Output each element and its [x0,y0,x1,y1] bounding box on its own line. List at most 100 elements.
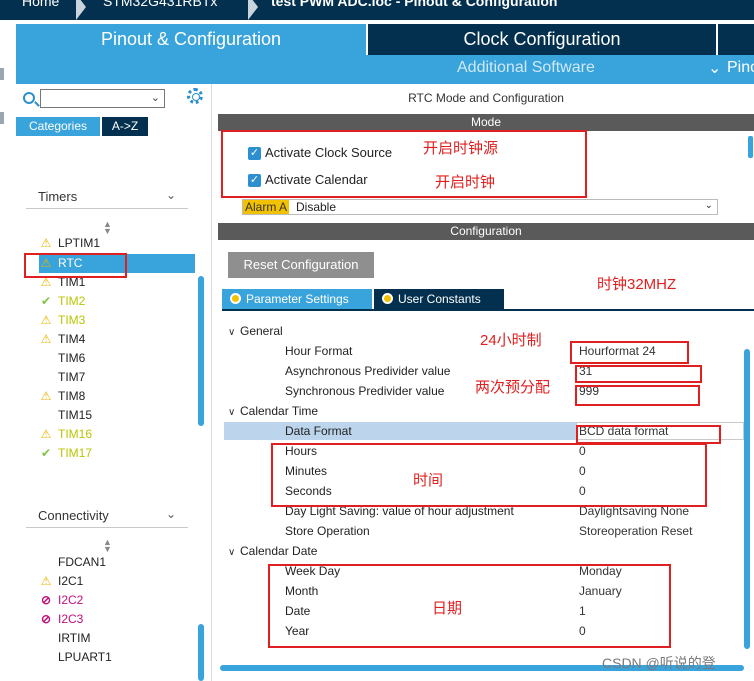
tree-item-rtc[interactable]: ⚠ RTC [39,254,195,273]
tree-item-label: TIM17 [58,446,93,460]
breadcrumb-separator-icon [76,0,86,20]
activate-clock-source-checkbox[interactable]: ✓ [248,147,261,160]
tree-item-label: TIM16 [58,427,93,441]
param-value-minutes[interactable]: 0 [579,464,586,478]
search-icon[interactable] [23,92,35,104]
param-name: Week Day [285,564,341,578]
tab-pinout-configuration[interactable]: Pinout & Configuration [16,24,366,55]
chevron-down-icon[interactable]: ⌄ [708,58,721,78]
secondary-tab-bar: Additional Software ⌄ Pino [16,55,754,84]
panel-title: RTC Mode and Configuration [408,91,564,105]
pinout-view-button[interactable]: Pino [727,59,754,77]
param-name: Hour Format [285,344,353,358]
tree-scrollbar[interactable] [198,624,204,681]
annotation-enable-clock-source: 开启时钟源 [423,140,499,157]
check-icon: ✔ [40,294,52,308]
param-name: Year [285,624,310,638]
tree-item-label: I2C2 [58,593,84,607]
warning-icon: ⚠ [40,427,52,441]
param-value-week-day[interactable]: Monday [579,564,622,578]
tree-item-label: I2C3 [58,612,84,626]
alarm-a-select[interactable]: Alarm A Disable ⌄ [242,199,718,215]
configuration-section-header: Configuration [218,223,754,240]
group-calendar-date[interactable]: ∨ Calendar Date [228,544,317,558]
activate-clock-source-label: Activate Clock Source [265,145,393,160]
window-edge-mark [0,68,4,80]
param-name: Store Operation [285,524,370,538]
param-name: Hours [285,444,318,458]
sort-icon[interactable]: ▲ ▼ [103,220,112,236]
param-value-month[interactable]: January [579,584,622,598]
group-general[interactable]: ∨ General [228,324,283,338]
param-value-data-format[interactable]: BCD data format [579,424,668,438]
group-label: General [240,324,283,338]
param-value-daylight-saving[interactable]: Daylightsaving None [579,504,689,518]
chevron-down-icon[interactable]: ⌄ [705,200,713,211]
param-value-hours[interactable]: 0 [579,444,586,458]
activate-calendar-checkbox[interactable]: ✓ [248,174,261,187]
sort-icon[interactable]: ▲ ▼ [103,538,112,554]
additional-software-button[interactable]: Additional Software [457,59,595,77]
category-divider [26,208,188,209]
warning-icon: ⚠ [40,389,52,403]
param-value-store-operation[interactable]: Storeoperation Reset [579,524,692,538]
annotation-two-prediv: 两次预分配 [475,379,551,396]
tree-item-label: FDCAN1 [58,555,107,569]
mode-scrollbar[interactable] [748,136,753,158]
category-connectivity[interactable]: Connectivity [38,508,109,523]
param-value-sync-prediv[interactable]: 999 [579,384,599,398]
tab-label: Parameter Settings [246,292,349,306]
tab-parameter-settings[interactable]: Parameter Settings [222,289,372,309]
breadcrumb-home[interactable]: Home [22,0,59,9]
search-input[interactable]: ⌄ [40,89,165,108]
status-dot-icon [230,293,241,304]
param-value-year[interactable]: 0 [579,624,586,638]
warning-icon: ⚠ [40,236,52,250]
tab-categories[interactable]: Categories [16,117,100,136]
tree-item-label: RTC [58,256,83,270]
tree-item-label: TIM3 [58,313,86,327]
annotation-enable-clock: 开启时钟 [435,174,496,191]
tree-item-label: TIM1 [58,275,86,289]
activate-calendar-label: Activate Calendar [265,172,368,187]
group-calendar-time[interactable]: ∨ Calendar Time [228,404,318,418]
warning-icon: ⚠ [40,332,52,346]
tab-overflow[interactable] [718,24,754,55]
tree-item-label: LPUART1 [58,650,112,664]
reset-configuration-button[interactable]: Reset Configuration [228,252,374,278]
tab-label: User Constants [398,292,481,306]
warning-icon: ⚠ [40,574,52,588]
param-value-seconds[interactable]: 0 [579,484,586,498]
tree-item-label: TIM4 [58,332,86,346]
prohibited-icon: ⊘ [40,593,52,607]
chevron-down-icon: ∨ [228,327,236,338]
tab-user-constants[interactable]: User Constants [374,289,504,309]
chevron-down-icon[interactable]: ⌄ [166,507,176,521]
chevron-down-icon[interactable]: ⌄ [166,188,176,202]
param-value-async-prediv[interactable]: 31 [579,364,592,378]
param-name: Date [285,604,311,618]
param-value-hour-format[interactable]: Hourformat 24 [579,344,656,358]
chevron-down-icon[interactable]: ⌄ [151,91,160,104]
chevron-down-icon: ∨ [228,407,236,418]
tree-item-label: LPTIM1 [58,236,101,250]
param-value-date[interactable]: 1 [579,604,586,618]
breadcrumb-project[interactable]: test PWM ADC.ioc - Pinout & Configuratio… [271,0,557,9]
chevron-down-icon: ∨ [228,547,236,558]
category-divider [26,527,188,528]
tab-clock-configuration[interactable]: Clock Configuration [368,24,716,55]
gear-icon[interactable] [187,88,203,104]
tree-scrollbar[interactable] [198,276,204,426]
parameter-scrollbar[interactable] [744,349,750,649]
alarm-a-label: Alarm A [243,200,290,214]
tree-item-label: I2C1 [58,574,84,588]
breadcrumb-separator-icon [248,0,258,20]
breadcrumb-device[interactable]: STM32G431RBTx [103,0,217,9]
group-label: Calendar Date [240,544,318,558]
category-timers[interactable]: Timers [38,189,77,204]
param-name: Minutes [285,464,328,478]
group-label: Calendar Time [240,404,319,418]
tab-a-to-z[interactable]: A->Z [102,117,148,136]
tree-item-label: TIM2 [58,294,86,308]
tree-item-label: TIM15 [58,408,93,422]
